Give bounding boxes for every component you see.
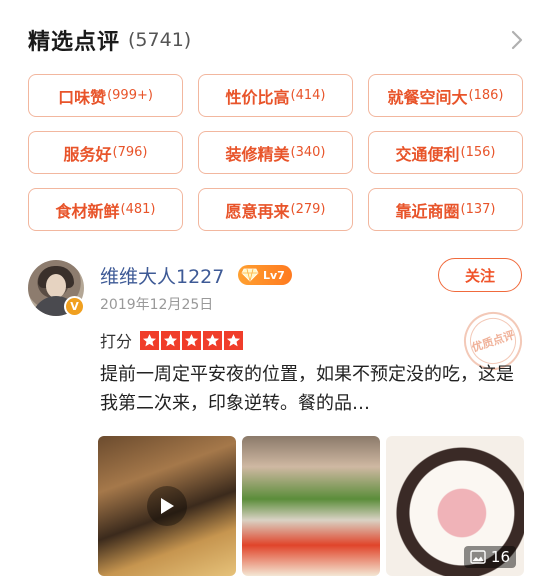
tag-item[interactable]: 装修精美 (340) [198,131,353,174]
tag-item[interactable]: 靠近商圈 (137) [368,188,523,231]
star-icon [203,330,223,350]
review-tags: 口味赞 (999+) 性价比高 (414) 就餐空间大 (186) 服务好 (796) … [28,74,523,231]
review-photos: 16 [98,436,524,576]
photo-count: 16 [490,548,510,566]
tag-label: 性价比高 [225,87,290,107]
level-text: Lv7 [263,268,285,282]
tag-label: 靠近商圈 [395,201,460,221]
tag-count: (279) [290,202,326,217]
tag-item[interactable]: 交通便利 (156) [368,131,523,174]
tag-count: (156) [460,145,496,160]
tag-item[interactable]: 服务好 (796) [28,131,183,174]
tag-label: 交通便利 [395,144,460,164]
review-photo-video[interactable] [98,436,236,576]
tag-item[interactable]: 口味赞 (999+) [28,74,183,117]
review-date: 2019年12月25日 [100,297,214,313]
tag-count: (414) [290,88,326,103]
tag-count: (137) [460,202,496,217]
tag-count: (186) [468,88,504,103]
tag-label: 就餐空间大 [387,87,468,107]
tag-count: (340) [290,145,326,160]
tag-label: 装修精美 [225,144,290,164]
review-photo[interactable]: 16 [386,436,524,576]
chevron-right-icon[interactable] [506,26,528,54]
tag-label: 愿意再来 [225,201,290,221]
tag-label: 食材新鲜 [55,201,120,221]
diamond-icon [241,268,259,282]
rating: 打分 [100,328,245,352]
follow-button[interactable]: 关注 [438,258,522,292]
tag-count: (999+) [107,88,153,103]
star-icon [182,330,202,350]
tag-label: 服务好 [63,144,112,164]
rating-label: 打分 [100,332,133,351]
tag-item[interactable]: 愿意再来 (279) [198,188,353,231]
play-icon[interactable] [147,486,187,526]
section-header[interactable]: 精选点评 (5741) [28,22,528,58]
photo-count-badge: 16 [463,546,516,568]
image-icon [470,550,486,564]
tag-item[interactable]: 性价比高 (414) [198,74,353,117]
review-card: V 维维大人1227 Lv7 2019年12月25日 关注 优质点评 打分 提前… [28,256,530,587]
tag-item[interactable]: 食材新鲜 (481) [28,188,183,231]
tag-label: 口味赞 [58,87,107,107]
section-title: 精选点评 [28,30,121,55]
review-photo[interactable] [242,436,380,576]
review-count: (5741) [128,29,192,51]
tag-count: (481) [120,202,156,217]
star-icon [140,330,160,350]
tag-item[interactable]: 就餐空间大 (186) [368,74,523,117]
star-icon [224,330,244,350]
review-text[interactable]: 提前一周定平安夜的位置，如果不预定没的吃，这是我第二次来，印象逆转。餐的品… [100,360,520,418]
username[interactable]: 维维大人1227 [100,262,224,289]
tag-count: (796) [112,145,148,160]
level-badge: Lv7 [238,265,292,285]
verified-badge: V [64,296,85,317]
avatar-face [46,274,66,298]
star-icon [161,330,181,350]
